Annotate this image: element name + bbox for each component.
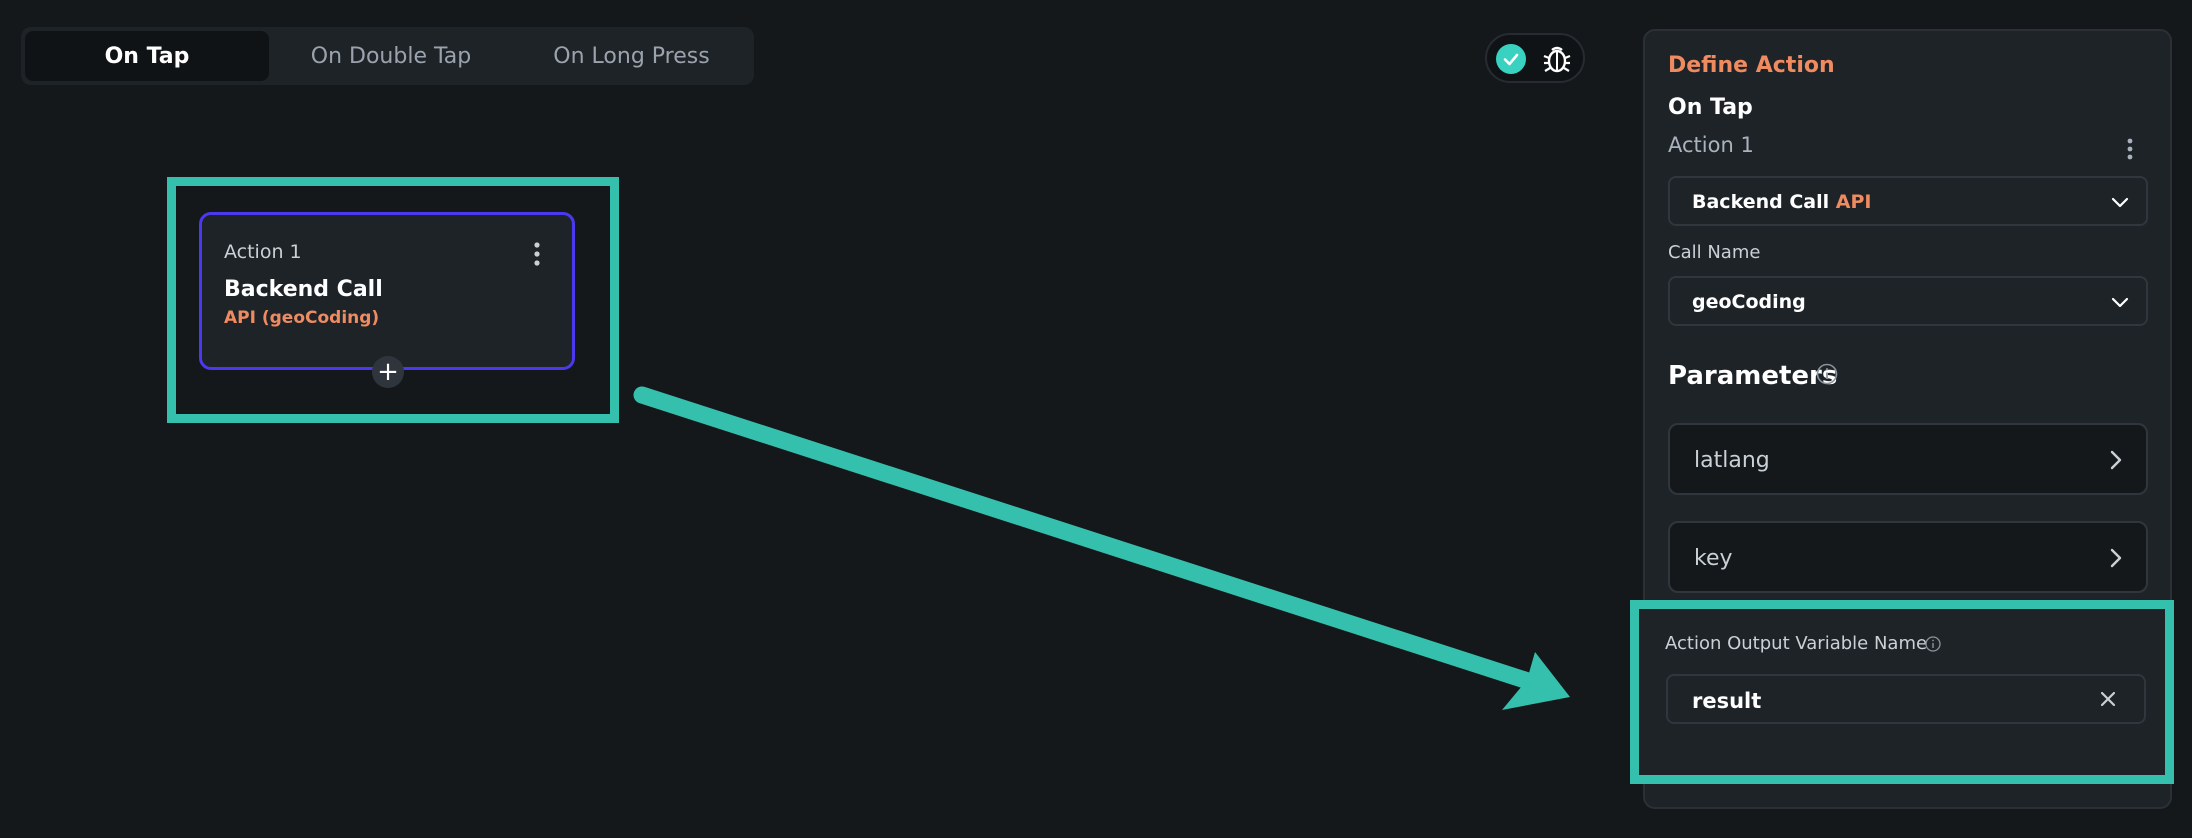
parameter-label: latlang xyxy=(1694,448,1770,473)
action-card-subtitle: API (geoCoding) xyxy=(224,308,380,328)
action-card-title: Backend Call xyxy=(224,277,383,302)
parameters-heading: Parameters xyxy=(1668,361,1838,391)
panel-event-title: On Tap xyxy=(1668,95,1753,120)
action-type-dropdown[interactable]: Backend Call API xyxy=(1668,176,2148,226)
parameter-label: key xyxy=(1694,546,1733,571)
bug-icon[interactable] xyxy=(1541,43,1573,75)
chevron-right-icon xyxy=(2110,450,2122,470)
call-name-dropdown[interactable]: geoCoding xyxy=(1668,276,2148,326)
trigger-tabs: On Tap On Double Tap On Long Press xyxy=(21,27,754,85)
tab-on-double-tap[interactable]: On Double Tap xyxy=(269,31,513,81)
check-icon xyxy=(1496,44,1526,74)
parameter-row-latlang[interactable]: latlang xyxy=(1668,423,2148,495)
more-vertical-icon[interactable] xyxy=(2125,137,2135,161)
parameter-row-key[interactable]: key xyxy=(1668,521,2148,593)
info-icon[interactable] xyxy=(1924,635,1942,653)
panel-action-label: Action 1 xyxy=(1668,133,1754,157)
action-card-label: Action 1 xyxy=(224,241,302,263)
action-type-value: Backend Call API xyxy=(1692,191,1872,213)
output-variable-input[interactable]: result xyxy=(1666,674,2146,724)
chevron-right-icon xyxy=(2110,548,2122,568)
call-name-label: Call Name xyxy=(1668,242,1761,263)
chevron-down-icon xyxy=(2111,197,2129,208)
plus-icon: + xyxy=(377,357,399,387)
tab-on-tap[interactable]: On Tap xyxy=(25,31,269,81)
output-variable-label: Action Output Variable Name xyxy=(1665,633,1928,654)
info-icon[interactable] xyxy=(1815,362,1839,386)
more-vertical-icon[interactable] xyxy=(532,241,542,267)
close-icon[interactable] xyxy=(2098,689,2118,709)
chevron-down-icon xyxy=(2111,297,2129,308)
debug-toggle[interactable] xyxy=(1485,33,1585,83)
tab-on-long-press[interactable]: On Long Press xyxy=(513,31,750,81)
panel-heading: Define Action xyxy=(1668,53,1835,78)
action-card[interactable]: Action 1 Backend Call API (geoCoding) xyxy=(199,212,575,370)
call-name-value: geoCoding xyxy=(1692,291,1806,313)
add-action-button[interactable]: + xyxy=(372,356,404,388)
output-variable-value: result xyxy=(1692,689,1762,713)
